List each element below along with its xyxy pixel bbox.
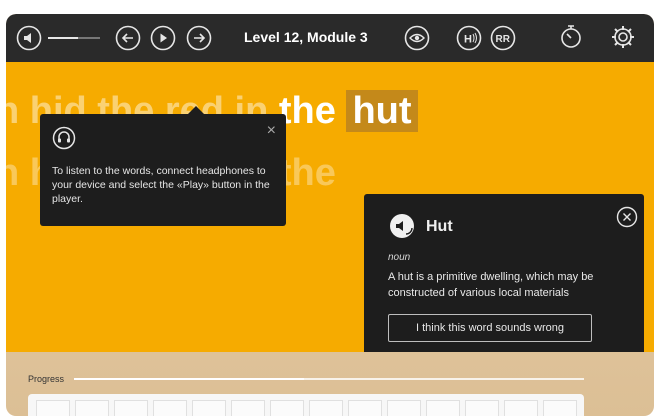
answer-slot[interactable] [348,400,382,416]
volume-slider-track[interactable] [78,37,100,39]
answer-slot[interactable] [36,400,70,416]
progress-area: Progress [6,352,654,416]
app-frame: Level 12, Module 3 H RR n hid the red in [0,0,659,416]
repeat-icon[interactable]: RR [490,25,516,51]
answer-slot[interactable] [75,400,109,416]
answer-slot[interactable] [504,400,538,416]
speaker-icon[interactable] [388,212,418,242]
answer-slot[interactable] [543,400,577,416]
tooltip-text: To listen to the words, connect headphon… [52,165,270,205]
volume-icon[interactable] [16,25,42,51]
answer-slot[interactable] [153,400,187,416]
answer-slot[interactable] [114,400,148,416]
headphones-icon [52,126,76,150]
definition-word: Hut [426,218,453,235]
answer-slot[interactable] [270,400,304,416]
eye-icon[interactable] [404,25,430,51]
answer-slot[interactable] [309,400,343,416]
forward-icon[interactable] [186,25,212,51]
answer-board [28,394,584,416]
settings-icon[interactable] [610,24,636,50]
sentence-current-text: the [278,90,336,132]
top-toolbar: Level 12, Module 3 H RR [6,14,654,62]
answer-slot[interactable] [192,400,226,416]
progress-label: Progress [28,374,65,384]
close-icon[interactable] [616,206,638,228]
hint-icon[interactable]: H [456,25,482,51]
tooltip-close-icon[interactable]: × [267,122,276,140]
word-definition-card: Hut noun A hut is a primitive dwelling, … [364,194,644,352]
play-icon[interactable] [150,25,176,51]
tooltip-arrow [188,106,204,114]
answer-slot[interactable] [465,400,499,416]
part-of-speech: noun [388,252,411,263]
answer-slot[interactable] [231,400,265,416]
definition-text: A hut is a primitive dwelling, which may… [388,271,594,299]
back-icon[interactable] [115,25,141,51]
reading-stage: n hid the red in the hut n hid the red i… [6,62,654,352]
volume-slider-fill[interactable] [48,37,78,39]
answer-slot[interactable] [387,400,421,416]
answer-slot[interactable] [426,400,460,416]
timer-icon[interactable] [558,23,584,49]
module-title: Level 12, Module 3 [244,29,368,45]
highlighted-word[interactable]: hut [346,90,418,132]
app-window: Level 12, Module 3 H RR n hid the red in [6,14,654,416]
repeat-label: RR [496,34,511,45]
progress-fill [74,378,304,380]
headphones-tooltip: × To listen to the words, connect headph… [40,106,286,226]
hint-label: H [464,34,472,46]
report-sound-button[interactable]: I think this word sounds wrong [388,314,592,342]
